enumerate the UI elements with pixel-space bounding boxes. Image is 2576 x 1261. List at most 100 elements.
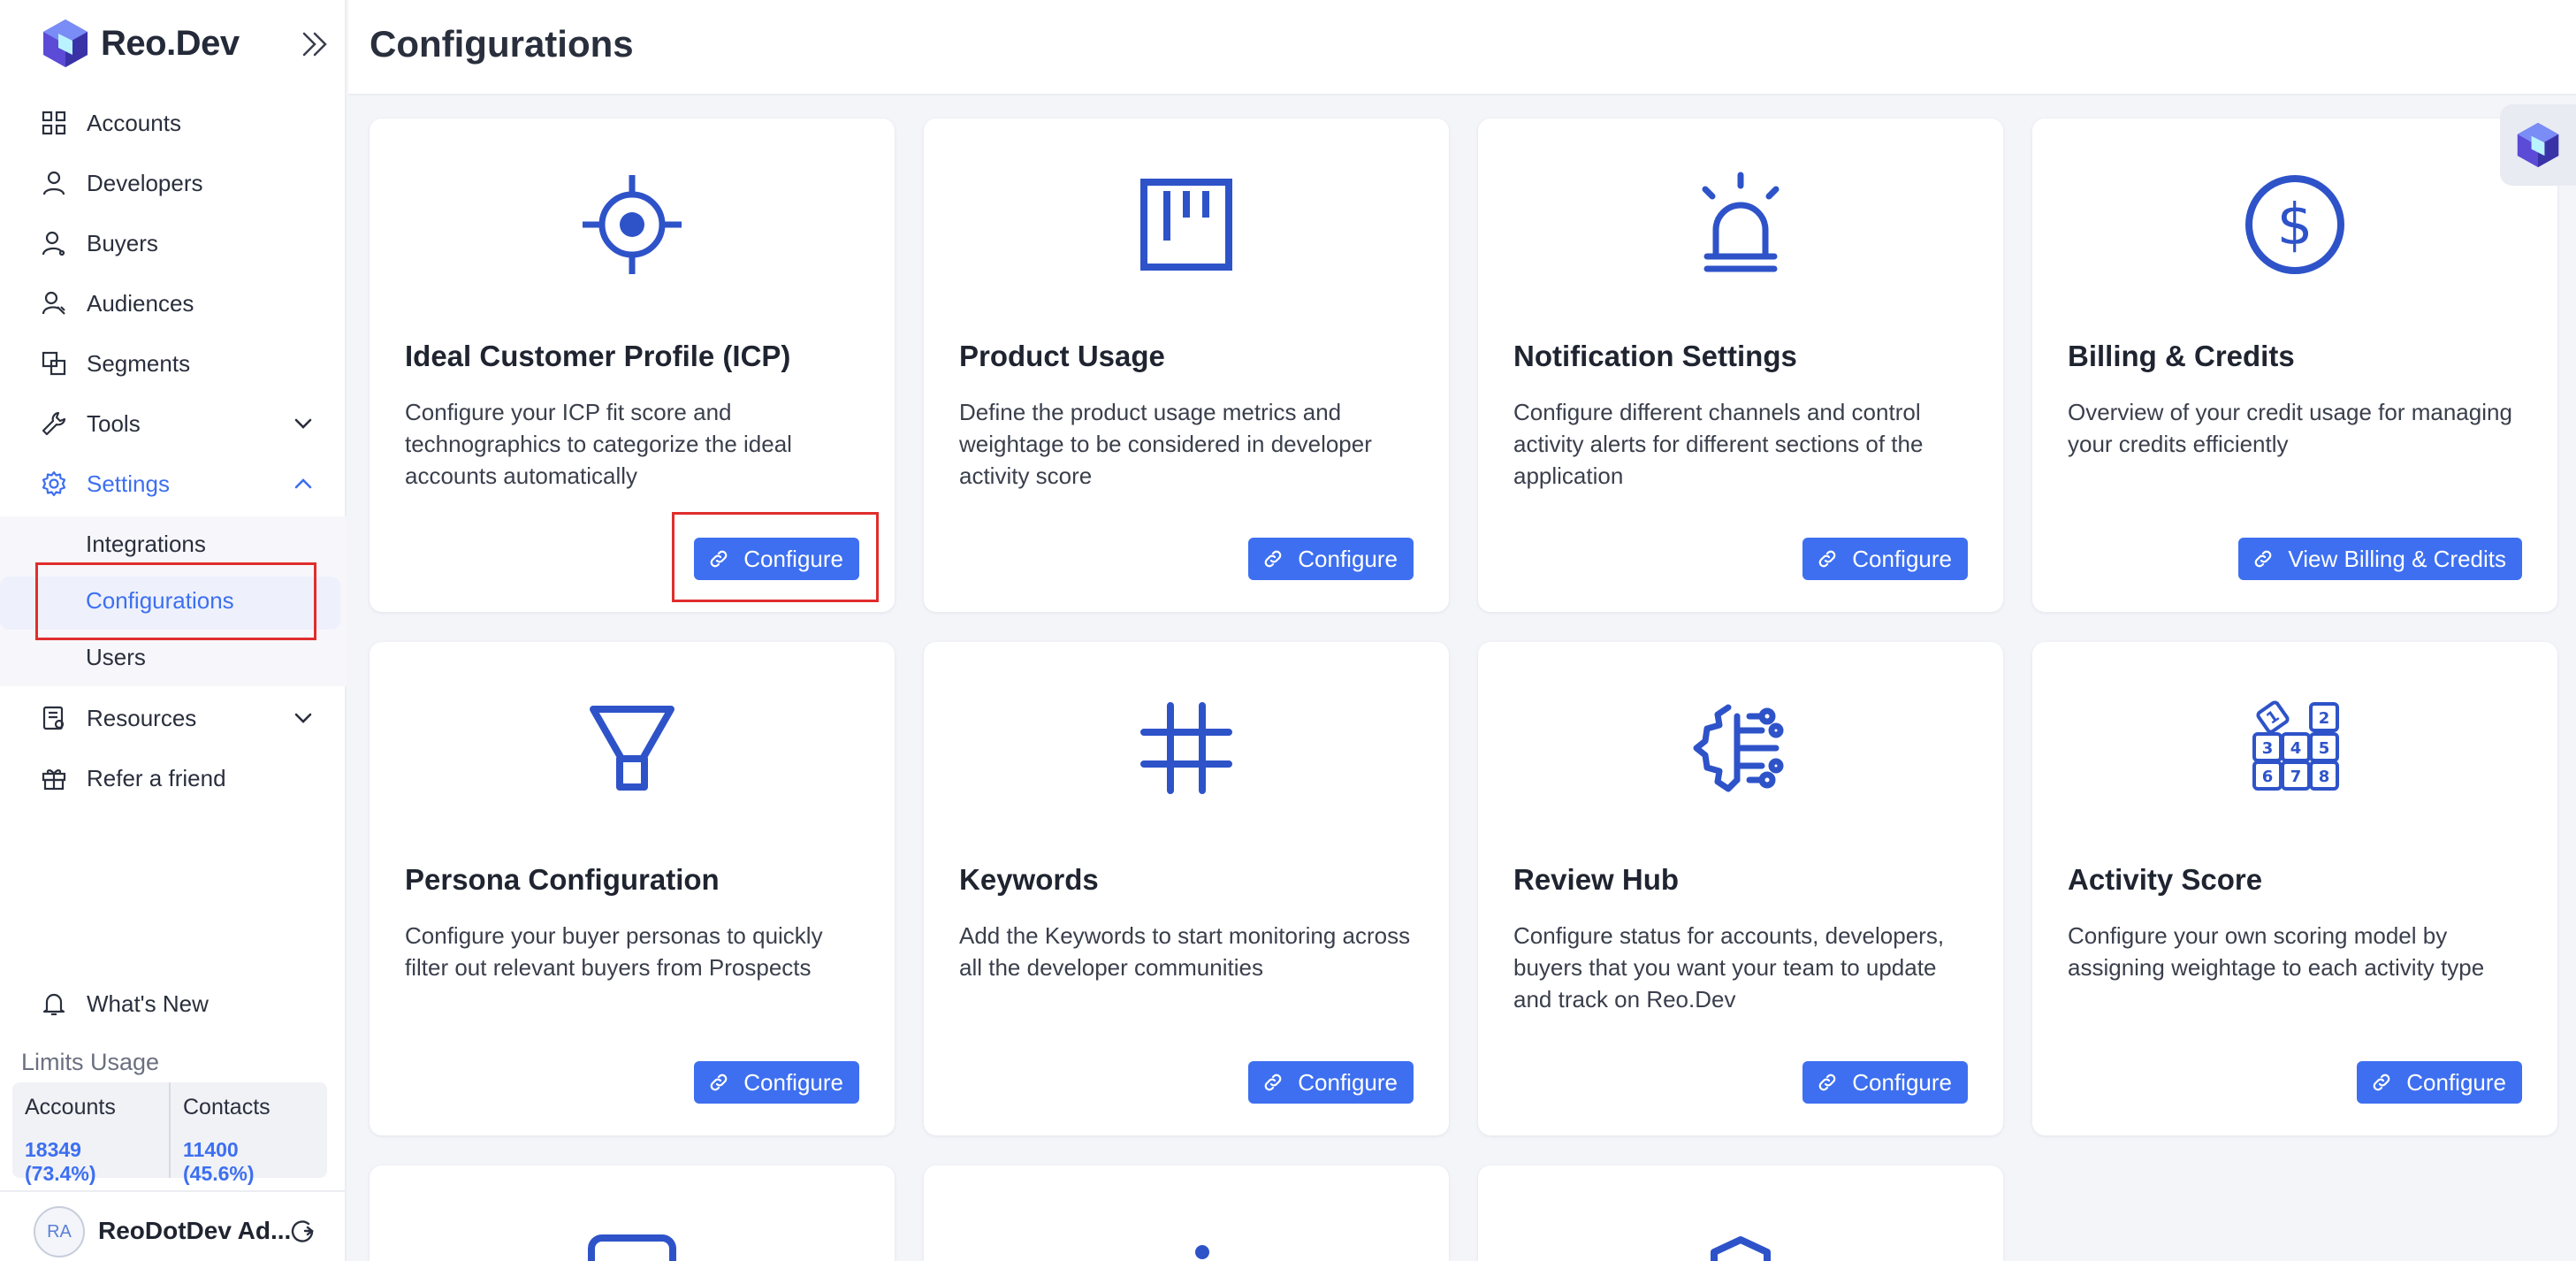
link-icon <box>1818 550 1836 568</box>
card-title: Activity Score <box>2068 863 2263 896</box>
accounts-limit-value: 18349 (73.4%) <box>25 1138 96 1185</box>
card-title: Review Hub <box>1513 863 1680 896</box>
sidebar-item-integrations[interactable]: Integrations <box>86 531 206 558</box>
card-description: Configure different channels and control… <box>1513 399 1924 489</box>
svg-text:3: 3 <box>2262 739 2274 758</box>
button-label: View Billing & Credits <box>2288 545 2506 572</box>
card-title: Keywords <box>959 863 1099 896</box>
link-icon <box>710 1074 728 1091</box>
chevron-up-icon[interactable] <box>292 472 315 495</box>
svg-text:4: 4 <box>2290 739 2302 758</box>
circuit-icon <box>1693 704 1784 792</box>
card-product-usage: Product Usage Define the product usage m… <box>924 118 1449 612</box>
configure-notifications-button[interactable]: Configure <box>1802 538 1968 580</box>
contacts-limit-label: Contacts <box>183 1095 271 1120</box>
svg-text:6: 6 <box>2262 768 2274 786</box>
chevron-down-icon[interactable] <box>292 412 315 435</box>
link-icon <box>1264 1074 1282 1091</box>
sidebar-item-label: Refer a friend <box>87 764 226 791</box>
audience-icon <box>42 291 65 315</box>
limits-usage-title: Limits Usage <box>21 1049 160 1075</box>
card-description: Configure your own scoring model by assi… <box>2068 922 2485 981</box>
button-label: Configure <box>1298 545 1398 572</box>
highlight-box <box>35 562 316 640</box>
funnel-icon <box>590 706 674 791</box>
page-title: Configurations <box>370 23 634 65</box>
buyer-icon <box>42 231 65 256</box>
card-description: Configure your buyer personas to quickly… <box>405 922 823 981</box>
sidebar-item-resources[interactable]: Resources <box>41 688 315 748</box>
whats-new-link[interactable]: What's New <box>41 975 209 1032</box>
card-partial <box>924 1165 1449 1261</box>
card-title: Billing & Credits <box>2068 340 2295 372</box>
sidebar-item-label: Settings <box>87 470 170 497</box>
sidebar-item-settings[interactable]: Settings <box>41 454 315 514</box>
sidebar-item-segments[interactable]: Segments <box>41 333 315 394</box>
button-label: Configure <box>1852 1068 1952 1096</box>
sidebar-item-refer-a-friend[interactable]: Refer a friend <box>41 748 315 808</box>
board-icon <box>1140 179 1232 271</box>
logo[interactable]: Reo.Dev <box>41 18 332 69</box>
svg-text:$: $ <box>2277 193 2313 258</box>
link-icon <box>2255 550 2272 568</box>
sidebar-item-buyers[interactable]: Buyers <box>41 213 315 273</box>
sidebar-item-label: Developers <box>87 169 203 196</box>
button-label: Configure <box>1298 1068 1398 1096</box>
sidebar-item-audiences[interactable]: Audiences <box>41 273 315 333</box>
avatar[interactable]: RA <box>34 1206 85 1257</box>
configure-product-usage-button[interactable]: Configure <box>1248 538 1414 580</box>
accounts-limit-label: Accounts <box>25 1095 116 1120</box>
bell-icon <box>42 993 65 1016</box>
alarm-icon <box>1702 172 1780 272</box>
card-partial <box>370 1165 895 1261</box>
wrench-icon <box>42 411 66 436</box>
grid-icon <box>42 111 66 135</box>
secondary-nav: Resources Refer a friend <box>41 688 315 808</box>
sidebar-item-label: Resources <box>87 704 197 731</box>
sidebar-item-accounts[interactable]: Accounts <box>41 93 315 153</box>
app-name: Reo.Dev <box>101 23 240 63</box>
svg-text:2: 2 <box>2319 709 2330 728</box>
user-profile[interactable]: RA ReoDotDev Ad... <box>0 1190 347 1261</box>
card-billing-credits: $ Billing & Credits Overview of your cre… <box>2032 118 2557 612</box>
reo-logo-icon <box>2517 122 2559 168</box>
button-label: Configure <box>1852 545 1952 572</box>
partial-card-icon <box>588 1234 676 1261</box>
card-notification-settings: Notification Settings Configure differen… <box>1478 118 2003 612</box>
view-billing-credits-button[interactable]: View Billing & Credits <box>2238 538 2522 580</box>
sidebar-item-developers[interactable]: Developers <box>41 153 315 213</box>
configure-review-hub-button[interactable]: Configure <box>1802 1061 1968 1104</box>
configure-persona-button[interactable]: Configure <box>694 1061 859 1104</box>
card-activity-score: 12 345 678 Activity Score Configure your… <box>2032 642 2557 1135</box>
contacts-limit: Contacts 11400 (45.6%) <box>169 1082 327 1185</box>
card-partial <box>1478 1165 2003 1261</box>
button-label: Configure <box>2406 1068 2506 1096</box>
expand-sidebar-icon[interactable] <box>297 27 332 62</box>
link-icon <box>1264 550 1282 568</box>
segments-icon <box>42 351 66 376</box>
logout-icon[interactable] <box>289 1217 317 1245</box>
card-description: Add the Keywords to start monitoring acr… <box>959 922 1411 981</box>
chevron-down-icon[interactable] <box>292 707 315 730</box>
highlight-box <box>672 512 879 602</box>
floating-assistant-button[interactable] <box>2500 104 2576 186</box>
partial-card-icon <box>1195 1245 1209 1259</box>
sidebar-item-users[interactable]: Users <box>86 644 146 671</box>
configure-keywords-button[interactable]: Configure <box>1248 1061 1414 1104</box>
crosshair-icon <box>583 175 682 274</box>
card-persona-configuration: Persona Configuration Configure your buy… <box>370 642 895 1135</box>
configure-activity-score-button[interactable]: Configure <box>2357 1061 2522 1104</box>
sidebar-item-label: Audiences <box>87 289 194 317</box>
hash-icon <box>1140 702 1232 794</box>
resources-icon <box>42 706 65 730</box>
svg-text:8: 8 <box>2319 768 2330 786</box>
card-review-hub: Review Hub Configure status for accounts… <box>1478 642 2003 1135</box>
accounts-limit: Accounts 18349 (73.4%) <box>12 1082 169 1185</box>
card-description: Define the product usage metrics and wei… <box>959 399 1372 489</box>
sidebar-item-tools[interactable]: Tools <box>41 394 315 454</box>
card-description: Overview of your credit usage for managi… <box>2068 399 2512 457</box>
button-label: Configure <box>743 1068 843 1096</box>
link-icon <box>2373 1074 2390 1091</box>
card-title: Persona Configuration <box>405 863 720 896</box>
whats-new-label: What's New <box>87 990 209 1017</box>
